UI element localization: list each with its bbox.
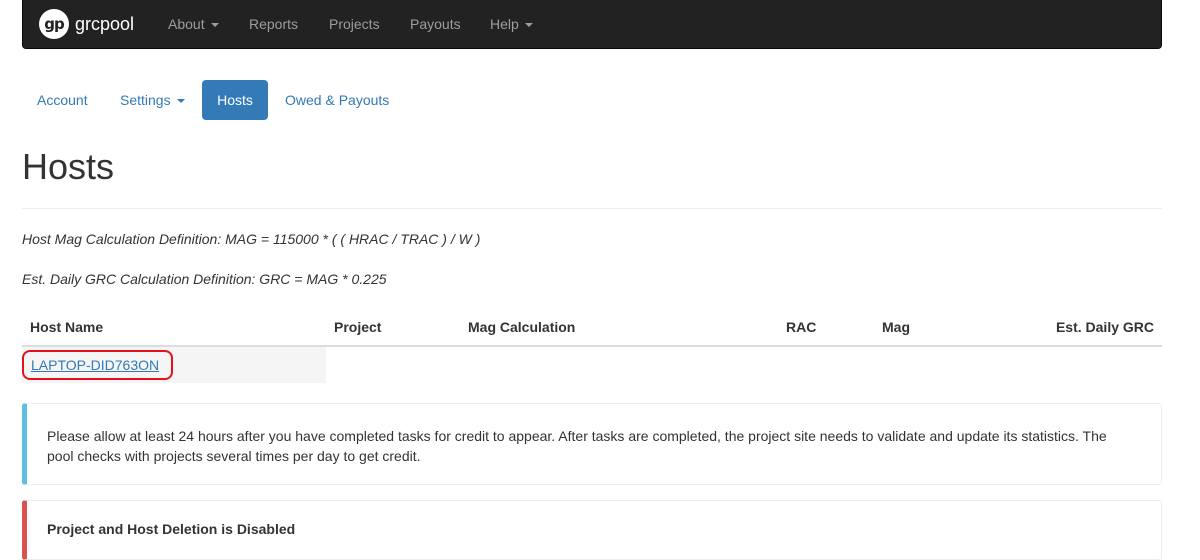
header-host-name: Host Name [30, 319, 104, 335]
tab-account[interactable]: Account [22, 80, 103, 120]
tab-hosts[interactable]: Hosts [202, 80, 268, 120]
brand-logo-icon: gp [39, 9, 69, 39]
nav-help[interactable]: Help [490, 0, 533, 49]
grc-definition: Est. Daily GRC Calculation Definition: G… [22, 271, 387, 287]
header-rac: RAC [786, 319, 817, 335]
nav-reports-label: Reports [249, 16, 299, 32]
brand-name: grcpool [75, 13, 135, 34]
info-callout: Please allow at least 24 hours after you… [22, 403, 1162, 485]
caret-down-icon [176, 99, 185, 104]
caret-down-icon [210, 23, 219, 28]
brand[interactable]: gp grcpool [39, 8, 134, 40]
tab-settings[interactable]: Settings [105, 80, 200, 120]
header-mag: Mag [882, 319, 910, 335]
header-project: Project [334, 319, 382, 335]
danger-callout-heading: Project and Host Deletion is Disabled [47, 521, 296, 537]
nav-about-label: About [168, 16, 205, 32]
tab-account-label: Account [37, 92, 88, 108]
nav-reports[interactable]: Reports [249, 0, 298, 49]
title-divider [22, 208, 1162, 209]
tab-settings-label: Settings [120, 92, 171, 108]
header-mag-calculation: Mag Calculation [468, 319, 576, 335]
host-name-link[interactable]: LAPTOP-DID763ON [31, 357, 159, 373]
tab-owed-payouts[interactable]: Owed & Payouts [270, 80, 404, 120]
info-callout-text: Please allow at least 24 hours after you… [47, 428, 1107, 464]
nav-about[interactable]: About [168, 0, 219, 49]
nav-help-label: Help [490, 16, 519, 32]
nav-projects-label: Projects [329, 16, 380, 32]
header-est-daily-grc: Est. Daily GRC [1055, 319, 1154, 335]
top-navbar: gp grcpool About Reports Projects Payout… [22, 0, 1162, 49]
caret-down-icon [524, 23, 533, 28]
page-title: Hosts [22, 146, 115, 187]
nav-projects[interactable]: Projects [329, 0, 380, 49]
mag-definition: Host Mag Calculation Definition: MAG = 1… [22, 231, 481, 247]
tab-hosts-label: Hosts [217, 92, 253, 108]
nav-payouts-label: Payouts [410, 16, 461, 32]
danger-callout: Project and Host Deletion is Disabled [22, 500, 1162, 560]
nav-payouts[interactable]: Payouts [410, 0, 461, 49]
tab-owed-payouts-label: Owed & Payouts [285, 92, 390, 108]
